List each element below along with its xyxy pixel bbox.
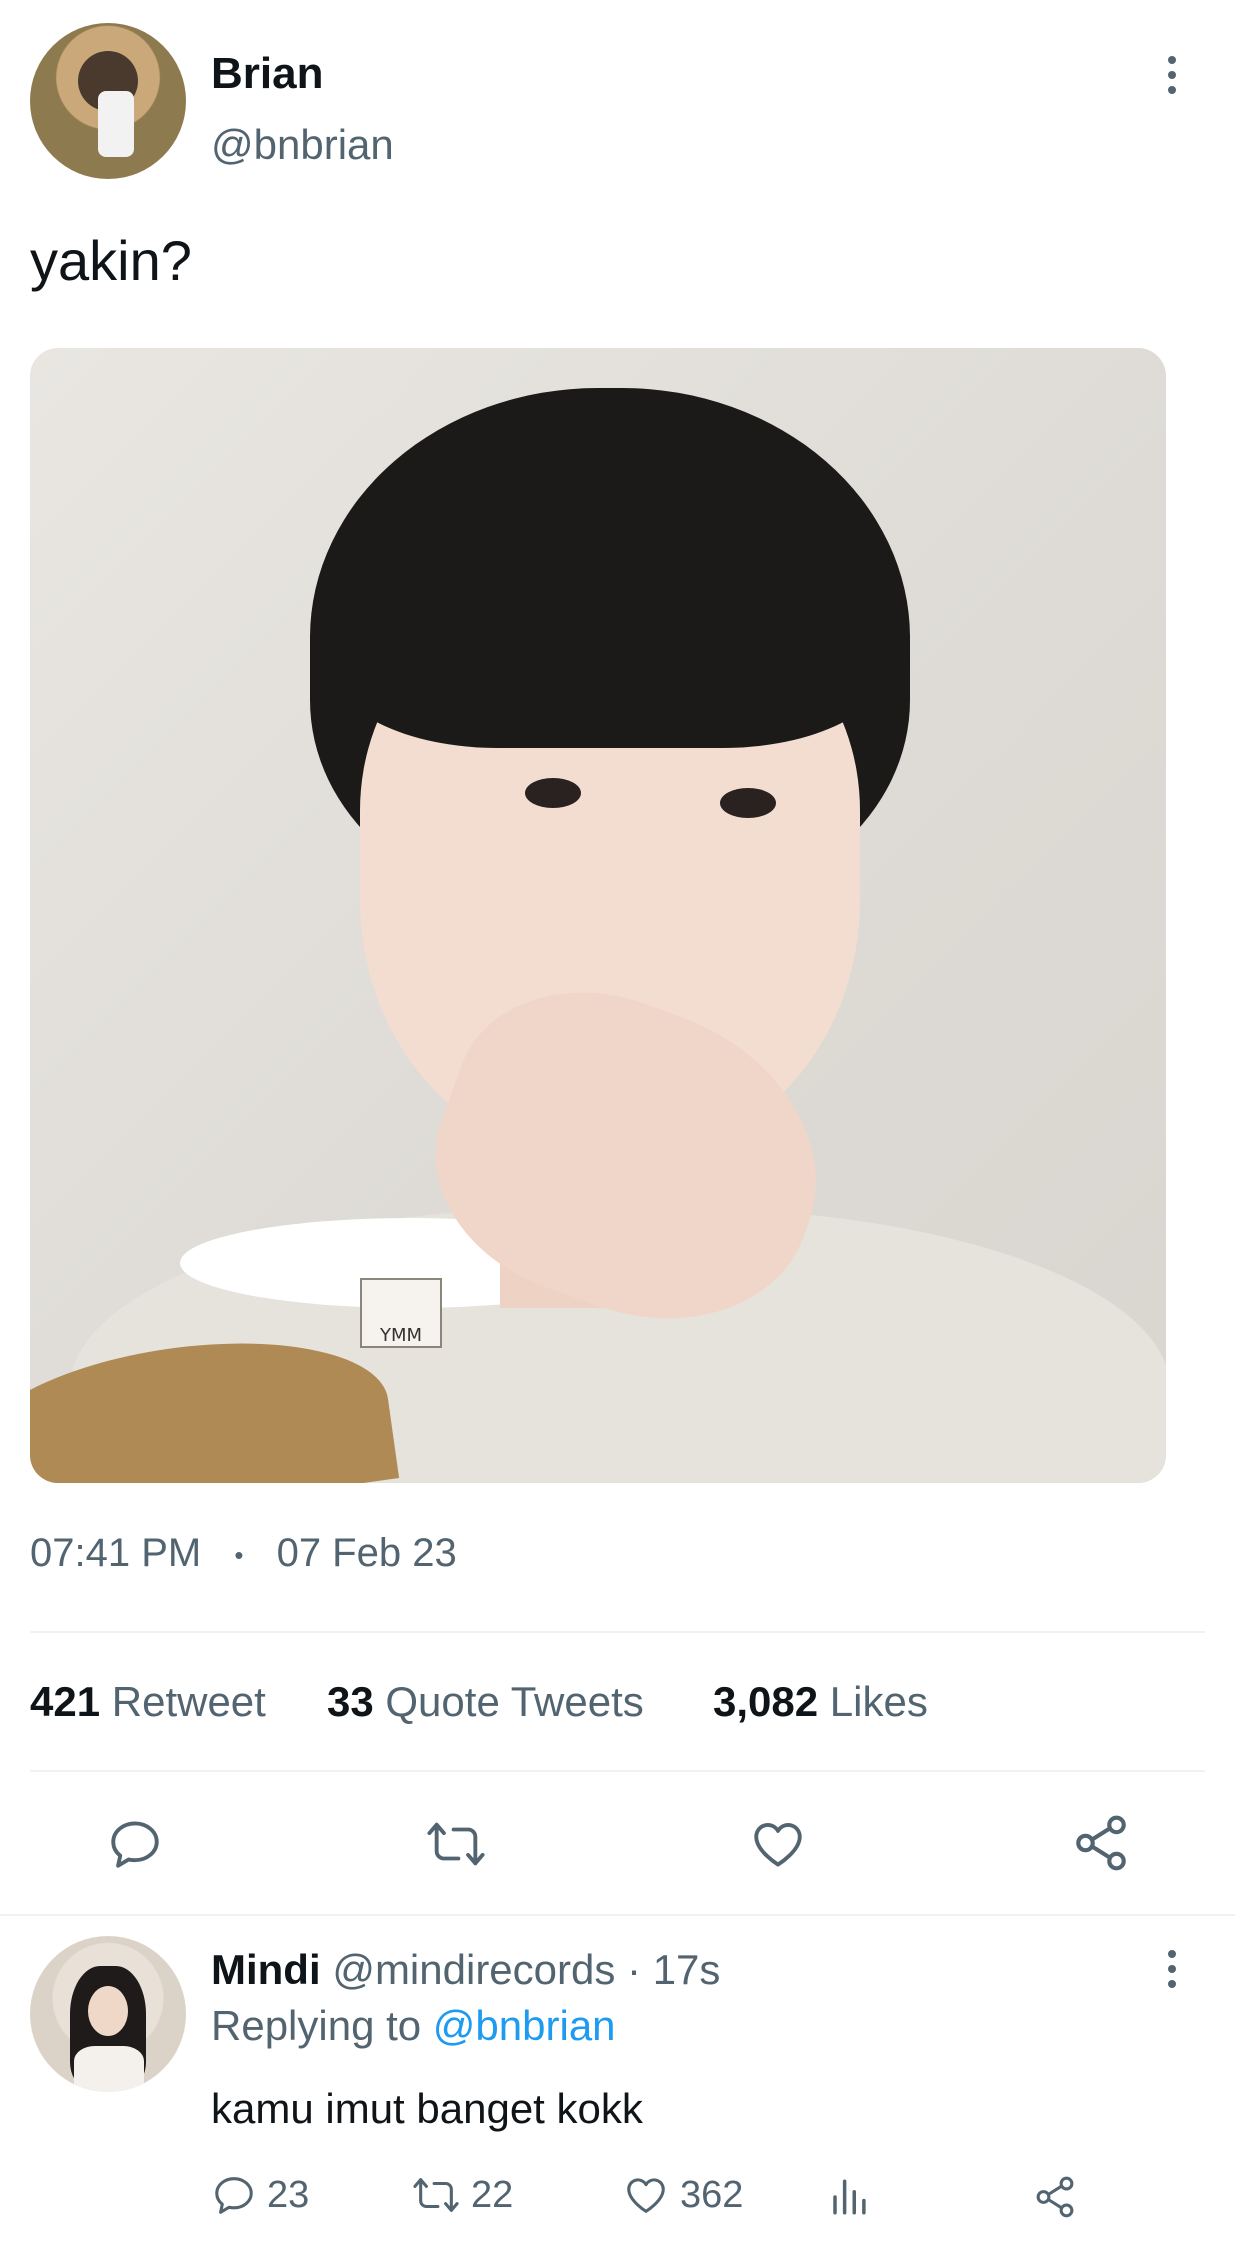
reply-share-icon[interactable]: [1032, 2174, 1078, 2220]
reply-icon[interactable]: [106, 1815, 164, 1873]
author-handle[interactable]: @bnbrian: [211, 120, 394, 170]
tweet-timestamp: 07:41 PM • 07 Feb 23: [30, 1528, 457, 1580]
retweet-icon[interactable]: [424, 1815, 488, 1873]
divider: [30, 1770, 1205, 1772]
reply-reply-count: 23: [267, 2173, 310, 2216]
likes-count-value: 3,082: [713, 1678, 819, 1725]
likes-count[interactable]: 3,082 Likes: [713, 1676, 928, 1728]
reply-author-name[interactable]: Mindi: [211, 1946, 321, 1993]
quote-count-label: Quote Tweets: [385, 1678, 644, 1725]
reply-like-button[interactable]: 362: [622, 2172, 743, 2218]
retweet-count-value: 421: [30, 1678, 101, 1725]
reply-avatar[interactable]: [30, 1936, 186, 2092]
retweet-count[interactable]: 421 Retweet: [30, 1676, 266, 1728]
like-icon: [622, 2172, 670, 2218]
divider: [30, 1631, 1205, 1633]
reply-reply-button[interactable]: 23: [211, 2172, 309, 2218]
divider: [0, 1914, 1235, 1916]
tweet-date: 07 Feb 23: [276, 1531, 457, 1575]
likes-count-label: Likes: [829, 1678, 928, 1725]
retweet-icon: [411, 2172, 461, 2218]
replying-to: Replying to @bnbrian: [211, 2001, 616, 2051]
reply-more-options-icon[interactable]: [1162, 1950, 1182, 1988]
tweet-text: yakin?: [30, 229, 192, 292]
reply-age: · 17s: [627, 1946, 721, 1993]
analytics-icon[interactable]: [828, 2176, 870, 2218]
retweet-count-label: Retweet: [111, 1678, 266, 1725]
like-icon[interactable]: [748, 1815, 808, 1873]
author-avatar[interactable]: [30, 23, 186, 179]
photo-tag: YMM: [360, 1278, 442, 1348]
author-name[interactable]: Brian: [211, 48, 323, 100]
tweet-photo[interactable]: YMM: [30, 348, 1166, 1483]
reply-retweet-button[interactable]: 22: [411, 2172, 513, 2218]
more-options-icon[interactable]: [1162, 56, 1182, 94]
share-icon[interactable]: [1070, 1812, 1132, 1874]
reply-text: kamu imut banget kokk: [211, 2085, 643, 2132]
replying-to-handle[interactable]: @bnbrian: [433, 2002, 616, 2049]
reply-like-count: 362: [680, 2173, 744, 2216]
tweet-time: 07:41 PM: [30, 1531, 202, 1575]
reply-header: Mindi @mindirecords · 17s: [211, 1945, 720, 1995]
reply-retweet-count: 22: [471, 2173, 514, 2216]
reply-author-handle[interactable]: @mindirecords: [332, 1946, 615, 1993]
quote-tweets-count[interactable]: 33 Quote Tweets: [327, 1676, 644, 1728]
replying-to-label: Replying to: [211, 2002, 422, 2049]
timestamp-separator: •: [234, 1540, 244, 1571]
quote-count-value: 33: [327, 1678, 374, 1725]
reply-icon: [211, 2172, 257, 2218]
